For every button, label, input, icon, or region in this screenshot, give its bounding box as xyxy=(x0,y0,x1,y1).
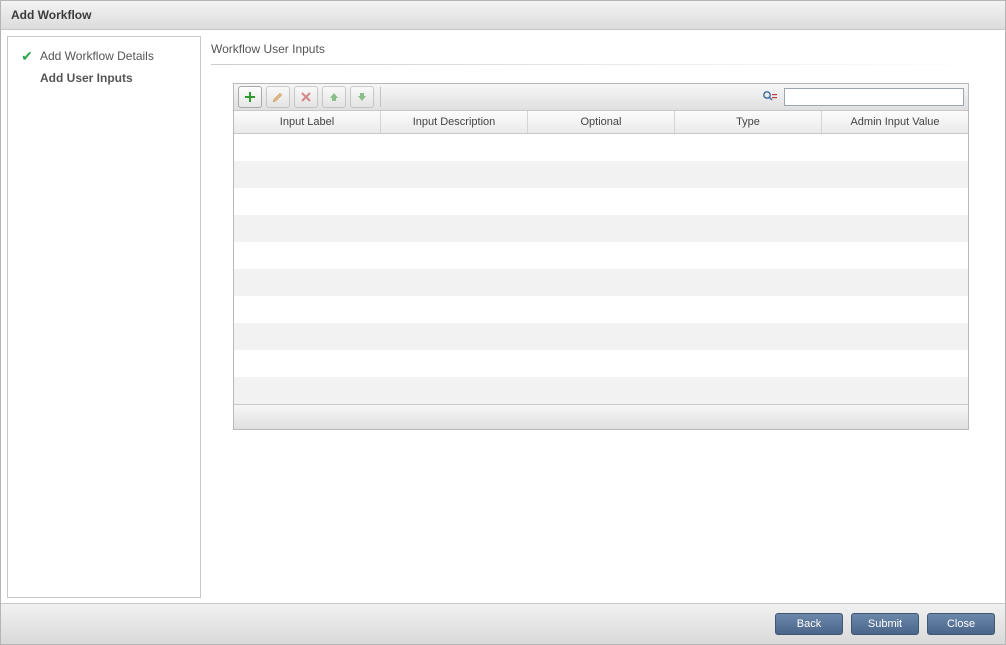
filter-icon[interactable] xyxy=(760,90,780,104)
search-area xyxy=(760,88,964,106)
pencil-icon xyxy=(272,91,284,103)
dialog-title: Add Workflow xyxy=(1,1,1005,30)
edit-button[interactable] xyxy=(266,86,290,108)
delete-button[interactable] xyxy=(294,86,318,108)
toolbar-separator xyxy=(380,87,381,107)
table-row xyxy=(234,215,968,242)
table-row xyxy=(234,296,968,323)
table-row xyxy=(234,323,968,350)
close-button[interactable]: Close xyxy=(927,613,995,635)
arrow-down-icon xyxy=(356,91,368,103)
column-input-description[interactable]: Input Description xyxy=(381,111,528,133)
grid-body xyxy=(234,134,968,404)
step-add-workflow-details[interactable]: ✔ Add Workflow Details xyxy=(16,45,192,67)
search-input[interactable] xyxy=(784,88,964,106)
step-label: Add User Inputs xyxy=(40,71,133,85)
user-inputs-grid: Input Label Input Description Optional T… xyxy=(233,83,969,430)
plus-icon xyxy=(244,91,256,103)
table-row xyxy=(234,377,968,404)
dialog-body: ✔ Add Workflow Details Add User Inputs W… xyxy=(1,30,1005,604)
add-workflow-dialog: Add Workflow ✔ Add Workflow Details Add … xyxy=(0,0,1006,645)
table-row xyxy=(234,134,968,161)
grid-toolbar xyxy=(234,84,968,111)
main-panel: Workflow User Inputs xyxy=(201,36,999,598)
move-down-button[interactable] xyxy=(350,86,374,108)
step-label: Add Workflow Details xyxy=(40,49,154,63)
table-row xyxy=(234,242,968,269)
column-input-label[interactable]: Input Label xyxy=(234,111,381,133)
submit-button[interactable]: Submit xyxy=(851,613,919,635)
column-admin-input-value[interactable]: Admin Input Value xyxy=(822,111,968,133)
move-up-button[interactable] xyxy=(322,86,346,108)
check-icon: ✔ xyxy=(20,48,34,65)
table-row xyxy=(234,350,968,377)
grid-footer xyxy=(234,404,968,429)
table-row xyxy=(234,269,968,296)
step-add-user-inputs[interactable]: Add User Inputs xyxy=(16,67,192,89)
table-row xyxy=(234,188,968,215)
arrow-up-icon xyxy=(328,91,340,103)
dialog-button-bar: Back Submit Close xyxy=(1,603,1005,644)
back-button[interactable]: Back xyxy=(775,613,843,635)
section-title: Workflow User Inputs xyxy=(211,40,991,60)
delete-icon xyxy=(300,91,312,103)
wizard-steps-sidebar: ✔ Add Workflow Details Add User Inputs xyxy=(7,36,201,598)
column-type[interactable]: Type xyxy=(675,111,822,133)
table-row xyxy=(234,161,968,188)
section-divider xyxy=(211,64,991,65)
column-optional[interactable]: Optional xyxy=(528,111,675,133)
grid-header: Input Label Input Description Optional T… xyxy=(234,111,968,134)
add-button[interactable] xyxy=(238,86,262,108)
